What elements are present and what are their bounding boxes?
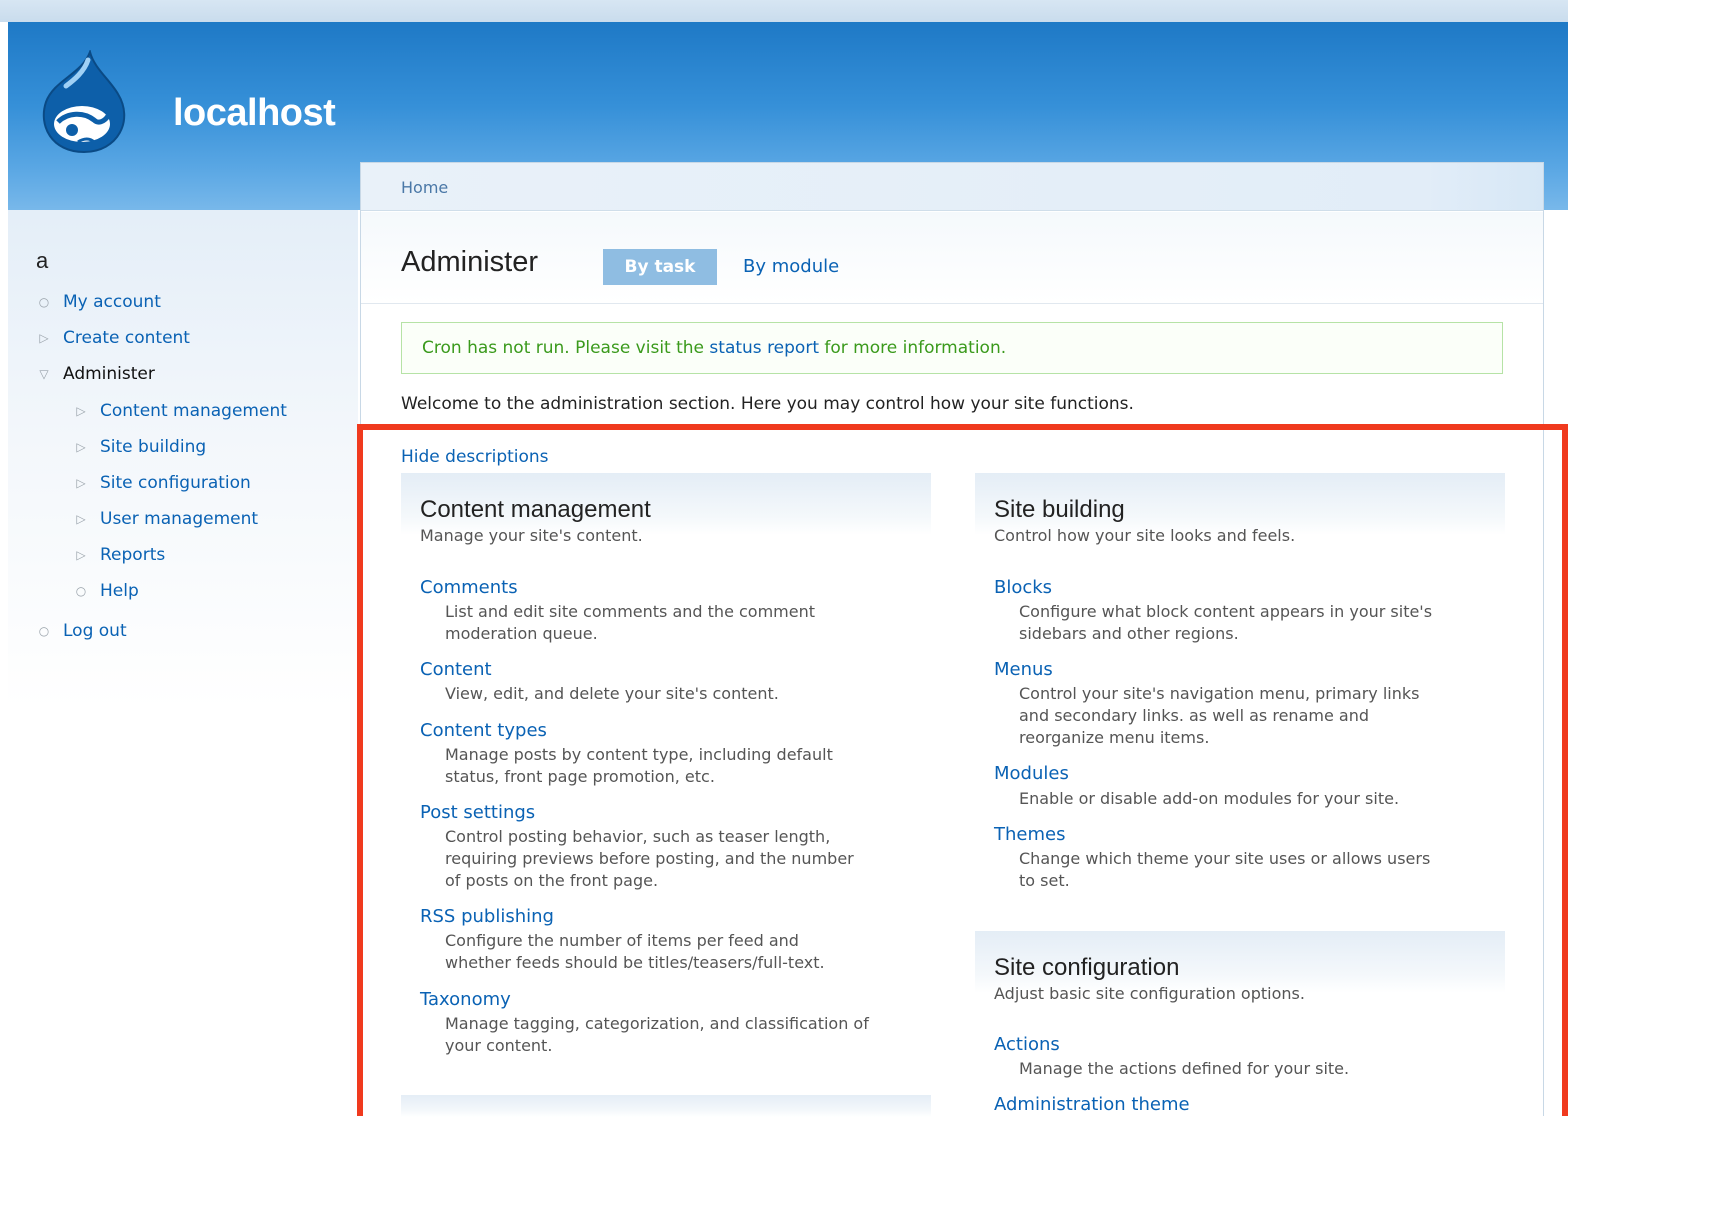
sidebar-item-site-configuration[interactable]: ▷ Site configuration	[76, 472, 251, 494]
entry-description: Manage posts by content type, including …	[445, 745, 833, 786]
entry-description: Configure the number of items per feed a…	[445, 931, 825, 972]
sidebar-user-name: a	[36, 248, 49, 273]
circle-bullet-icon: ○	[38, 295, 50, 309]
sidebar-item-label: Create content	[63, 328, 190, 348]
sidebar-item-label: Help	[100, 581, 139, 601]
taxonomy-link[interactable]: Taxonomy	[420, 989, 511, 1010]
entry-description: Control posting behavior, such as teaser…	[445, 827, 854, 890]
breadcrumb-home-link[interactable]: Home	[401, 178, 448, 197]
section-description: Adjust basic site configuration options.	[994, 984, 1305, 1003]
blocks-link[interactable]: Blocks	[994, 577, 1052, 598]
cron-message-text: for more information.	[818, 338, 1007, 358]
triangle-down-icon: ▽	[39, 367, 49, 381]
sidebar-item-label: Content management	[100, 401, 287, 421]
triangle-right-icon: ▷	[39, 331, 49, 345]
entry-description: Enable or disable add-on modules for you…	[1019, 789, 1400, 808]
sidebar-item-log-out[interactable]: ○ Log out	[39, 620, 127, 642]
rss-publishing-link[interactable]: RSS publishing	[420, 906, 554, 927]
sidebar-item-site-building[interactable]: ▷ Site building	[76, 436, 207, 458]
title-area: Administer By task By module	[361, 212, 1543, 304]
entry-description: View, edit, and delete your site's conte…	[445, 684, 779, 703]
content-panel: Home Administer By task By module Cron h…	[360, 162, 1544, 1117]
browser-top-strip	[0, 0, 1568, 22]
post-settings-link[interactable]: Post settings	[420, 802, 535, 823]
section-title: Content management	[420, 496, 651, 523]
section-title: Site configuration	[994, 954, 1180, 981]
sidebar-item-label: User management	[100, 509, 259, 529]
page-title: Administer	[401, 246, 538, 278]
triangle-right-icon: ▷	[76, 404, 86, 418]
sidebar-item-reports[interactable]: ▷ Reports	[76, 544, 166, 566]
actions-link[interactable]: Actions	[994, 1034, 1060, 1055]
section-description: Control how your site looks and feels.	[994, 526, 1296, 545]
circle-bullet-icon: ○	[38, 624, 50, 638]
triangle-right-icon: ▷	[76, 512, 86, 526]
site-name[interactable]: localhost	[173, 92, 336, 135]
entry-description: Change which theme your site uses or all…	[1019, 849, 1431, 890]
triangle-right-icon: ▷	[76, 548, 86, 562]
breadcrumb: Home	[361, 163, 1543, 211]
sidebar-item-user-management[interactable]: ▷ User management	[76, 508, 259, 530]
themes-link[interactable]: Themes	[994, 824, 1065, 845]
sidebar-item-administer[interactable]: ▽ Administer	[39, 363, 155, 385]
entry-description: Manage the actions defined for your site…	[1019, 1059, 1350, 1078]
section-description: Manage your site's content.	[420, 526, 643, 545]
content-link[interactable]: Content	[420, 659, 492, 680]
cron-message-text: Cron has not run. Please visit the	[422, 338, 710, 358]
admin-column-left: Content management Manage your site's co…	[401, 473, 931, 1117]
tab-by-module[interactable]: By module	[743, 256, 839, 277]
menus-link[interactable]: Menus	[994, 659, 1053, 680]
next-section-header	[401, 1095, 931, 1117]
sidebar-item-label: Log out	[63, 621, 127, 641]
tab-by-task[interactable]: By task	[603, 249, 717, 285]
welcome-text: Welcome to the administration section. H…	[401, 394, 1134, 414]
content-types-link[interactable]: Content types	[420, 720, 547, 741]
section-title: Site building	[994, 496, 1125, 523]
sidebar-item-my-account[interactable]: ○ My account	[39, 291, 161, 313]
sidebar-item-label: Administer	[63, 364, 155, 384]
administration-theme-link[interactable]: Administration theme	[994, 1094, 1190, 1115]
modules-link[interactable]: Modules	[994, 763, 1069, 784]
sidebar-item-help[interactable]: ○ Help	[76, 580, 139, 602]
sidebar-item-label: Site configuration	[100, 473, 251, 493]
entry-description: Manage tagging, categorization, and clas…	[445, 1014, 869, 1055]
circle-bullet-icon: ○	[75, 584, 87, 598]
entry-description: Control your site's navigation menu, pri…	[1019, 684, 1420, 747]
sidebar-item-label: Site building	[100, 437, 207, 457]
hide-descriptions-link[interactable]: Hide descriptions	[401, 447, 549, 467]
comments-link[interactable]: Comments	[420, 577, 518, 598]
sidebar-item-label: Reports	[100, 545, 166, 565]
admin-column-right: Site building Control how your site look…	[975, 473, 1505, 1117]
status-message: Cron has not run. Please visit the statu…	[401, 322, 1503, 374]
status-report-link[interactable]: status report	[709, 338, 819, 358]
entry-description: Configure what block content appears in …	[1019, 602, 1433, 643]
sidebar-item-content-management[interactable]: ▷ Content management	[76, 400, 287, 422]
drupal-drop-icon[interactable]	[38, 50, 130, 154]
entry-description: List and edit site comments and the comm…	[445, 602, 816, 643]
triangle-right-icon: ▷	[76, 440, 86, 454]
triangle-right-icon: ▷	[76, 476, 86, 490]
sidebar-item-label: My account	[63, 292, 161, 312]
sidebar-item-create-content[interactable]: ▷ Create content	[39, 327, 190, 349]
